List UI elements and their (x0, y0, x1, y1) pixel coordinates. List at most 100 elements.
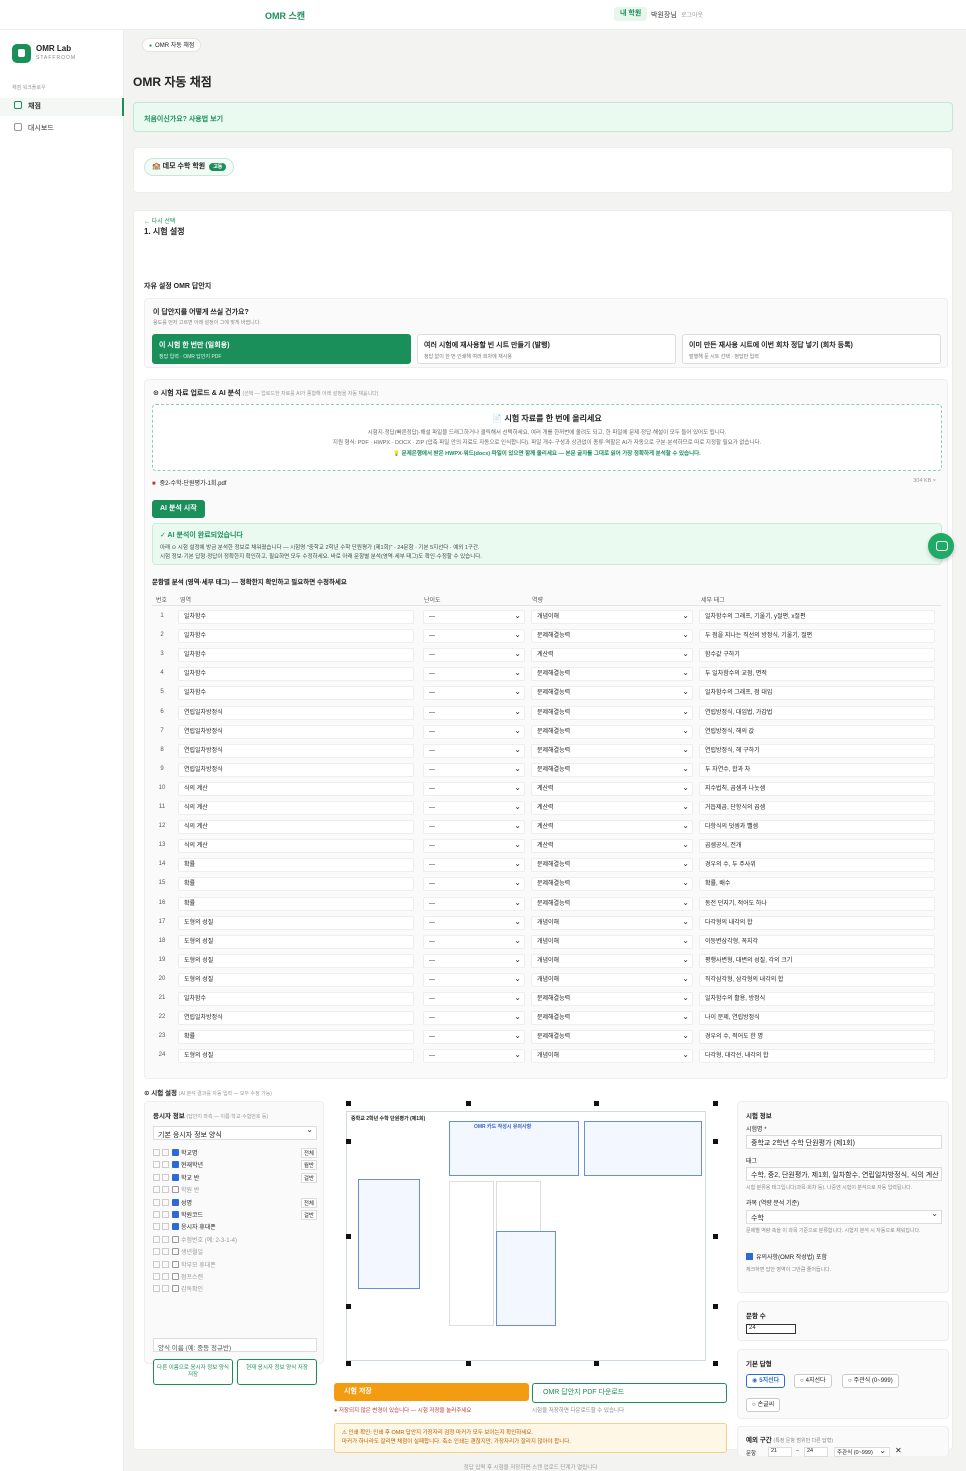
type-five-choice[interactable]: 5지선다 (746, 1374, 786, 1388)
competency-select[interactable]: 개념이해 (531, 915, 693, 930)
detail-tag-input[interactable]: 두 점을 지나는 직선의 방정식, 기울기, 절편 (699, 629, 935, 644)
difficulty-select[interactable]: — (423, 1049, 525, 1064)
area-input[interactable]: 확률 (178, 858, 414, 873)
area-input[interactable]: 도형의 성질 (178, 972, 414, 987)
area-input[interactable]: 일차함수 (178, 610, 414, 624)
detail-tag-input[interactable]: 두 일차함수의 교점, 면적 (699, 667, 935, 682)
examinee-field-row[interactable]: 학원 반 (153, 1185, 323, 1197)
difficulty-select[interactable]: — (423, 934, 525, 949)
move-down-icon[interactable] (162, 1248, 169, 1256)
move-up-icon[interactable] (153, 1211, 160, 1218)
area-input[interactable]: 확률 (178, 877, 414, 892)
detail-tag-input[interactable]: 다각형, 대각선, 내각의 합 (699, 1049, 935, 1064)
area-input[interactable]: 일차함수 (178, 629, 414, 644)
area-input[interactable]: 연립일차방정식 (178, 743, 414, 758)
detail-tag-input[interactable]: 확률, 배수 (699, 877, 935, 892)
field-width-select[interactable]: 걸반 (300, 1210, 317, 1220)
area-input[interactable]: 일차함수 (178, 686, 414, 701)
difficulty-select[interactable]: — (423, 667, 525, 682)
essay-checkbox[interactable]: 유의사항(OMR 작성법) 포함 (746, 1252, 827, 1261)
academy-chip[interactable]: 🏫 데모 수학 학원 고등 (144, 158, 235, 176)
checkbox-icon[interactable] (172, 1173, 179, 1181)
my-academy-button[interactable]: 내 학원 (614, 7, 648, 21)
move-down-icon[interactable] (162, 1273, 169, 1280)
checkbox-icon[interactable] (172, 1285, 179, 1293)
brand-title[interactable]: OMR 스캔 (265, 9, 305, 22)
move-down-icon[interactable] (162, 1285, 169, 1293)
difficulty-select[interactable]: — (423, 629, 525, 644)
sidebar-item-grading[interactable]: 채점 (0, 98, 124, 116)
save-form-button[interactable]: 현재 응시자 정보 양식 저장 (237, 1359, 317, 1385)
move-up-icon[interactable] (153, 1198, 160, 1206)
competency-select[interactable]: 계산력 (531, 839, 693, 854)
form-name-input[interactable]: 양식 이름 (예: 중등 정규반) (153, 1338, 317, 1352)
detail-tag-input[interactable]: 연립방정식, 해 구하기 (699, 743, 935, 758)
competency-select[interactable]: 계산력 (531, 648, 693, 663)
area-input[interactable]: 식의 계산 (178, 781, 414, 796)
area-input[interactable]: 확률 (178, 1030, 414, 1045)
area-input[interactable]: 도형의 성질 (178, 934, 414, 949)
area-input[interactable]: 연립일차방정식 (178, 705, 414, 720)
competency-select[interactable]: 계산력 (531, 820, 693, 835)
move-up-icon[interactable] (153, 1260, 160, 1268)
difficulty-select[interactable]: — (423, 686, 525, 701)
examinee-field-row[interactable]: 학원코드 걸반 (153, 1210, 323, 1222)
competency-select[interactable]: 문제해결능력 (531, 762, 693, 777)
detail-tag-input[interactable]: 다각형의 내각의 합 (699, 915, 935, 930)
chat-icon[interactable] (928, 533, 954, 559)
move-up-icon[interactable] (153, 1149, 160, 1156)
difficulty-select[interactable]: — (423, 610, 525, 624)
move-up-icon[interactable] (153, 1273, 160, 1280)
ai-analyze-button[interactable]: AI 분석 시작 (152, 500, 205, 518)
detail-tag-input[interactable]: 이등변삼각형, 꼭지각 (699, 934, 935, 949)
checkbox-icon[interactable] (172, 1186, 179, 1194)
detail-tag-input[interactable]: 일차함수의 그래프, 기울기, y절편, x절편 (699, 610, 935, 624)
tags-input[interactable]: 수학, 중2, 단원평가, 제1회, 일차함수, 연립일차방정식, 식의 계산 (746, 1167, 942, 1181)
save-as-form-button[interactable]: 다른 이름으로 응시자 정보 양식 저장 (153, 1359, 233, 1385)
area-input[interactable]: 일차함수 (178, 667, 414, 682)
sidebar-item-dashboard[interactable]: 대시보드 (0, 120, 124, 138)
question-count-input[interactable]: 24 (746, 1324, 796, 1334)
detail-tag-input[interactable]: 두 자연수, 합과 차 (699, 762, 935, 777)
difficulty-select[interactable]: — (423, 1011, 525, 1026)
difficulty-select[interactable]: — (423, 781, 525, 796)
type-four-choice[interactable]: 4지선다 (794, 1374, 832, 1388)
area-input[interactable]: 도형의 성질 (178, 953, 414, 968)
difficulty-select[interactable]: — (423, 724, 525, 739)
competency-select[interactable]: 문제해결능력 (531, 1011, 693, 1026)
checkbox-icon[interactable] (172, 1223, 179, 1231)
difficulty-select[interactable]: — (423, 915, 525, 930)
area-input[interactable]: 연립일차방정식 (178, 762, 414, 777)
move-down-icon[interactable] (162, 1223, 169, 1231)
difficulty-select[interactable]: — (423, 877, 525, 892)
checkbox-icon[interactable] (172, 1235, 179, 1243)
difficulty-select[interactable]: — (423, 820, 525, 835)
detail-tag-input[interactable]: 경우의 수, 두 주사위 (699, 858, 935, 873)
checkbox-icon[interactable] (172, 1248, 179, 1256)
checkbox-icon[interactable] (172, 1273, 179, 1280)
competency-select[interactable]: 문제해결능력 (531, 1030, 693, 1045)
close-icon[interactable]: ✕ (895, 1446, 902, 1455)
examinee-field-row[interactable]: 현재학년 월반 (153, 1160, 323, 1172)
move-down-icon[interactable] (162, 1198, 169, 1206)
checkbox-icon[interactable] (172, 1211, 179, 1218)
competency-select[interactable]: 문제해결능력 (531, 992, 693, 1006)
detail-tag-input[interactable]: 일차함수의 그래프, 점 대입 (699, 686, 935, 701)
difficulty-select[interactable]: — (423, 743, 525, 758)
move-up-icon[interactable] (153, 1248, 160, 1256)
move-up-icon[interactable] (153, 1186, 160, 1194)
detail-tag-input[interactable]: 함수값 구하기 (699, 648, 935, 663)
examinee-field-row[interactable]: 성명 전체 (153, 1197, 323, 1210)
detail-tag-input[interactable]: 직각삼각형, 삼각형의 내각의 합 (699, 972, 935, 987)
detail-tag-input[interactable]: 연립방정식, 해의 값 (699, 724, 935, 739)
checkbox-icon[interactable] (172, 1149, 179, 1156)
detail-tag-input[interactable]: 지수법칙, 곱셈과 나눗셈 (699, 781, 935, 796)
field-width-select[interactable]: 전체 (300, 1148, 317, 1158)
detail-tag-input[interactable]: 나이 문제, 연립방정식 (699, 1011, 935, 1026)
logout-link[interactable]: 로그아웃 (681, 10, 703, 19)
area-input[interactable]: 일차함수 (178, 648, 414, 663)
examinee-field-row[interactable]: 생년월일 (153, 1247, 323, 1259)
competency-select[interactable]: 문제해결능력 (531, 629, 693, 644)
checkbox-icon[interactable] (172, 1161, 179, 1169)
field-width-select[interactable]: 전체 (300, 1197, 317, 1208)
